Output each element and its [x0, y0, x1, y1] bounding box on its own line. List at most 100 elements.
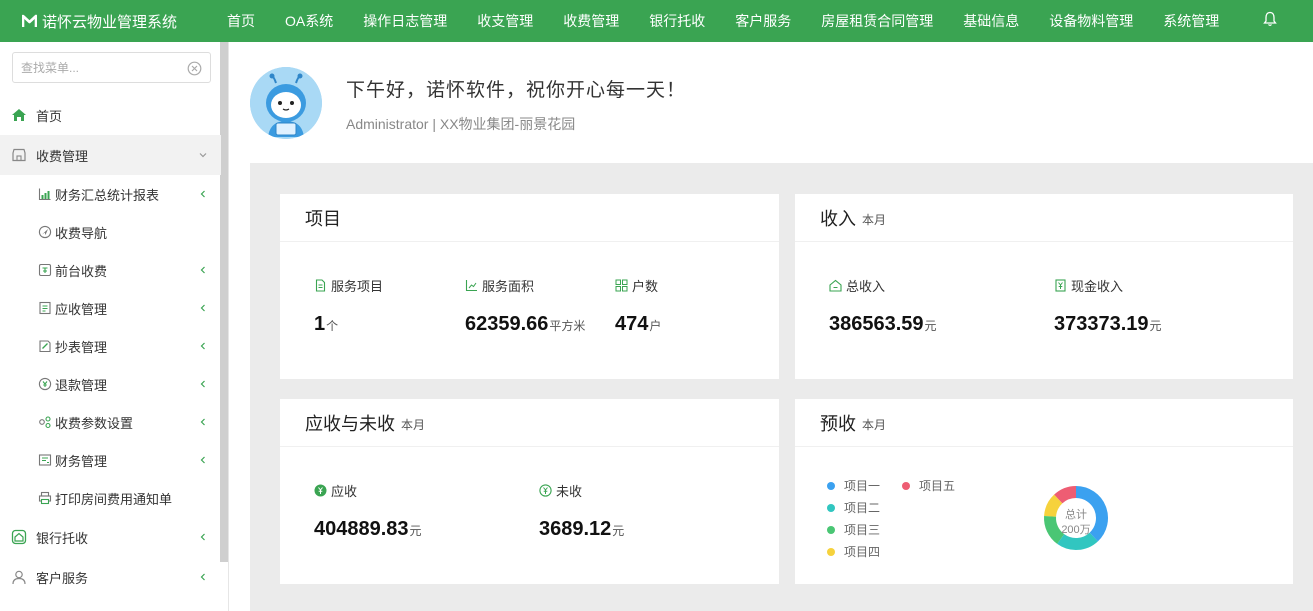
- avatar: [250, 67, 322, 139]
- sidebar-item-bank[interactable]: 银行托收: [0, 517, 221, 557]
- stat-unit: 平方米: [549, 319, 586, 333]
- chevron-left-icon: [200, 190, 205, 198]
- donut-slice-3[interactable]: [1044, 515, 1065, 544]
- logo-icon: [22, 14, 37, 27]
- brand[interactable]: 诺怀云物业管理系统: [0, 11, 212, 32]
- greeting-title: 下午好，诺怀软件，祝你开心每一天！: [346, 80, 687, 101]
- donut-slice-4[interactable]: [1044, 494, 1063, 518]
- settings-icon: [39, 416, 51, 429]
- app-title: 诺怀云物业管理系统: [42, 13, 178, 31]
- sidebar-item-refund[interactable]: 退款管理: [0, 365, 221, 403]
- stat-unit: 元: [409, 524, 422, 538]
- legend-dot: [827, 547, 835, 556]
- stat-label: 户数: [632, 279, 659, 294]
- document-icon: [315, 279, 326, 292]
- sidebar-item-label: 前台收费: [55, 263, 108, 279]
- yen-circle-icon: [314, 484, 327, 497]
- income-card: 收入 本月 总收入 386563.59元 现金收入 373373.19元: [795, 194, 1293, 379]
- sidebar-item-finance-report[interactable]: 财务汇总统计报表: [0, 175, 221, 213]
- topnav-basic-info[interactable]: 基础信息: [948, 0, 1034, 42]
- receivable-icon: [39, 301, 51, 315]
- card-title: 项目: [305, 208, 341, 229]
- stat-label-row: 服务面积: [465, 276, 585, 295]
- stat-label: 总收入: [846, 279, 886, 294]
- stat-value: 474: [615, 313, 649, 335]
- topnav-bank[interactable]: 银行托收: [634, 0, 720, 42]
- donut-center-value: 200万: [1061, 524, 1090, 536]
- menu-search-input[interactable]: [21, 60, 181, 75]
- card-subtitle: 本月: [401, 418, 426, 432]
- sidebar-item-label: 退款管理: [55, 377, 108, 393]
- topnav-customer[interactable]: 客户服务: [720, 0, 806, 42]
- cash-icon: [1055, 279, 1066, 292]
- greeting-subtitle: Administrator | XX物业集团-丽景花园: [346, 116, 576, 132]
- topnav-equipment[interactable]: 设备物料管理: [1034, 0, 1148, 42]
- chevron-left-icon: [200, 266, 205, 274]
- sidebar-item-meter[interactable]: 抄表管理: [0, 327, 221, 365]
- topnav-home[interactable]: 首页: [212, 0, 270, 42]
- menu-search: [12, 52, 211, 83]
- topnav-lease[interactable]: 房屋租赁合同管理: [806, 0, 948, 42]
- sidebar-item-customer[interactable]: 客户服务: [0, 557, 221, 597]
- legend-label: 项目二: [844, 501, 881, 515]
- stat-unit: 个: [326, 319, 339, 333]
- stat-value-row: 3689.12元: [539, 518, 624, 541]
- sidebar-item-label: 财务汇总统计报表: [55, 187, 160, 203]
- sidebar-scrollbar[interactable]: [220, 42, 228, 562]
- chevron-left-icon: [200, 380, 205, 388]
- topnav-system[interactable]: 系统管理: [1148, 0, 1234, 42]
- legend-label: 项目一: [844, 479, 881, 493]
- donut-slice-2[interactable]: [1057, 532, 1098, 550]
- sidebar-item-charge-nav[interactable]: 收费导航: [0, 213, 221, 251]
- stat-label: 应收: [331, 484, 358, 499]
- legend-item[interactable]: 项目二: [827, 499, 880, 516]
- chevron-down-icon: [199, 153, 207, 158]
- sidebar-item-label: 抄表管理: [55, 339, 108, 355]
- receivable-card: 应收与未收 本月 应收 404889.83元 未收 3689.12元: [280, 399, 779, 584]
- stat-label-row: 总收入: [829, 276, 937, 295]
- stat-value: 1: [314, 313, 326, 335]
- legend-dot: [902, 481, 910, 490]
- meter-icon: [39, 340, 51, 353]
- stat-value: 3689.12: [539, 518, 612, 540]
- greeting-panel: 下午好，诺怀软件，祝你开心每一天！ Administrator | XX物业集团…: [230, 42, 1313, 163]
- topnav-oa[interactable]: OA系统: [270, 0, 348, 42]
- home-icon: [12, 109, 26, 121]
- card-header: 预收 本月: [795, 399, 1293, 447]
- area-chart-icon: [465, 280, 477, 292]
- sidebar-item-print-notice[interactable]: 打印房间费用通知单: [0, 479, 221, 517]
- user-icon: [12, 570, 26, 585]
- topnav-income-expense[interactable]: 收支管理: [462, 0, 548, 42]
- stat-value-row: 404889.83元: [314, 518, 422, 541]
- stat-unit: 元: [924, 319, 937, 333]
- stat-label-row: 户数: [615, 276, 661, 295]
- chevron-left-icon: [200, 342, 205, 350]
- legend-item[interactable]: 项目五: [902, 477, 955, 494]
- prepaid-card: 预收 本月 项目一项目二项目三项目四 项目五 总计 200万: [795, 399, 1293, 584]
- bell-icon[interactable]: [1263, 11, 1277, 27]
- sidebar-item-front-desk[interactable]: 前台收费: [0, 251, 221, 289]
- chevron-left-icon: [200, 573, 205, 581]
- stat-service-area: 服务面积 62359.66平方米: [465, 276, 585, 336]
- stat-value-row: 1个: [314, 313, 383, 336]
- bank-icon: [11, 529, 27, 545]
- clear-icon[interactable]: [187, 61, 202, 76]
- top-navbar: 诺怀云物业管理系统 首页 OA系统 操作日志管理 收支管理 收费管理 银行托收 …: [0, 0, 1313, 42]
- legend-item[interactable]: 项目四: [827, 543, 880, 560]
- sidebar-item-label: 收费参数设置: [55, 415, 134, 431]
- sidebar-item-charge[interactable]: 收费管理: [0, 135, 221, 175]
- sidebar-item-charge-settings[interactable]: 收费参数设置: [0, 403, 221, 441]
- chevron-left-icon: [200, 304, 205, 312]
- legend-item[interactable]: 项目三: [827, 521, 880, 538]
- stat-value: 386563.59: [829, 313, 924, 335]
- topnav-charge[interactable]: 收费管理: [548, 0, 634, 42]
- sidebar-item-home[interactable]: 首页: [0, 95, 221, 135]
- donut-center-label: 总计: [1065, 507, 1087, 521]
- topnav-operation-log[interactable]: 操作日志管理: [348, 0, 462, 42]
- store-icon: [12, 148, 26, 162]
- sidebar-item-receivable[interactable]: 应收管理: [0, 289, 221, 327]
- sidebar-item-finance[interactable]: 财务管理: [0, 441, 221, 479]
- card-header: 项目: [280, 194, 779, 242]
- legend-item[interactable]: 项目一: [827, 477, 880, 494]
- donut-slice-5[interactable]: [1054, 486, 1077, 504]
